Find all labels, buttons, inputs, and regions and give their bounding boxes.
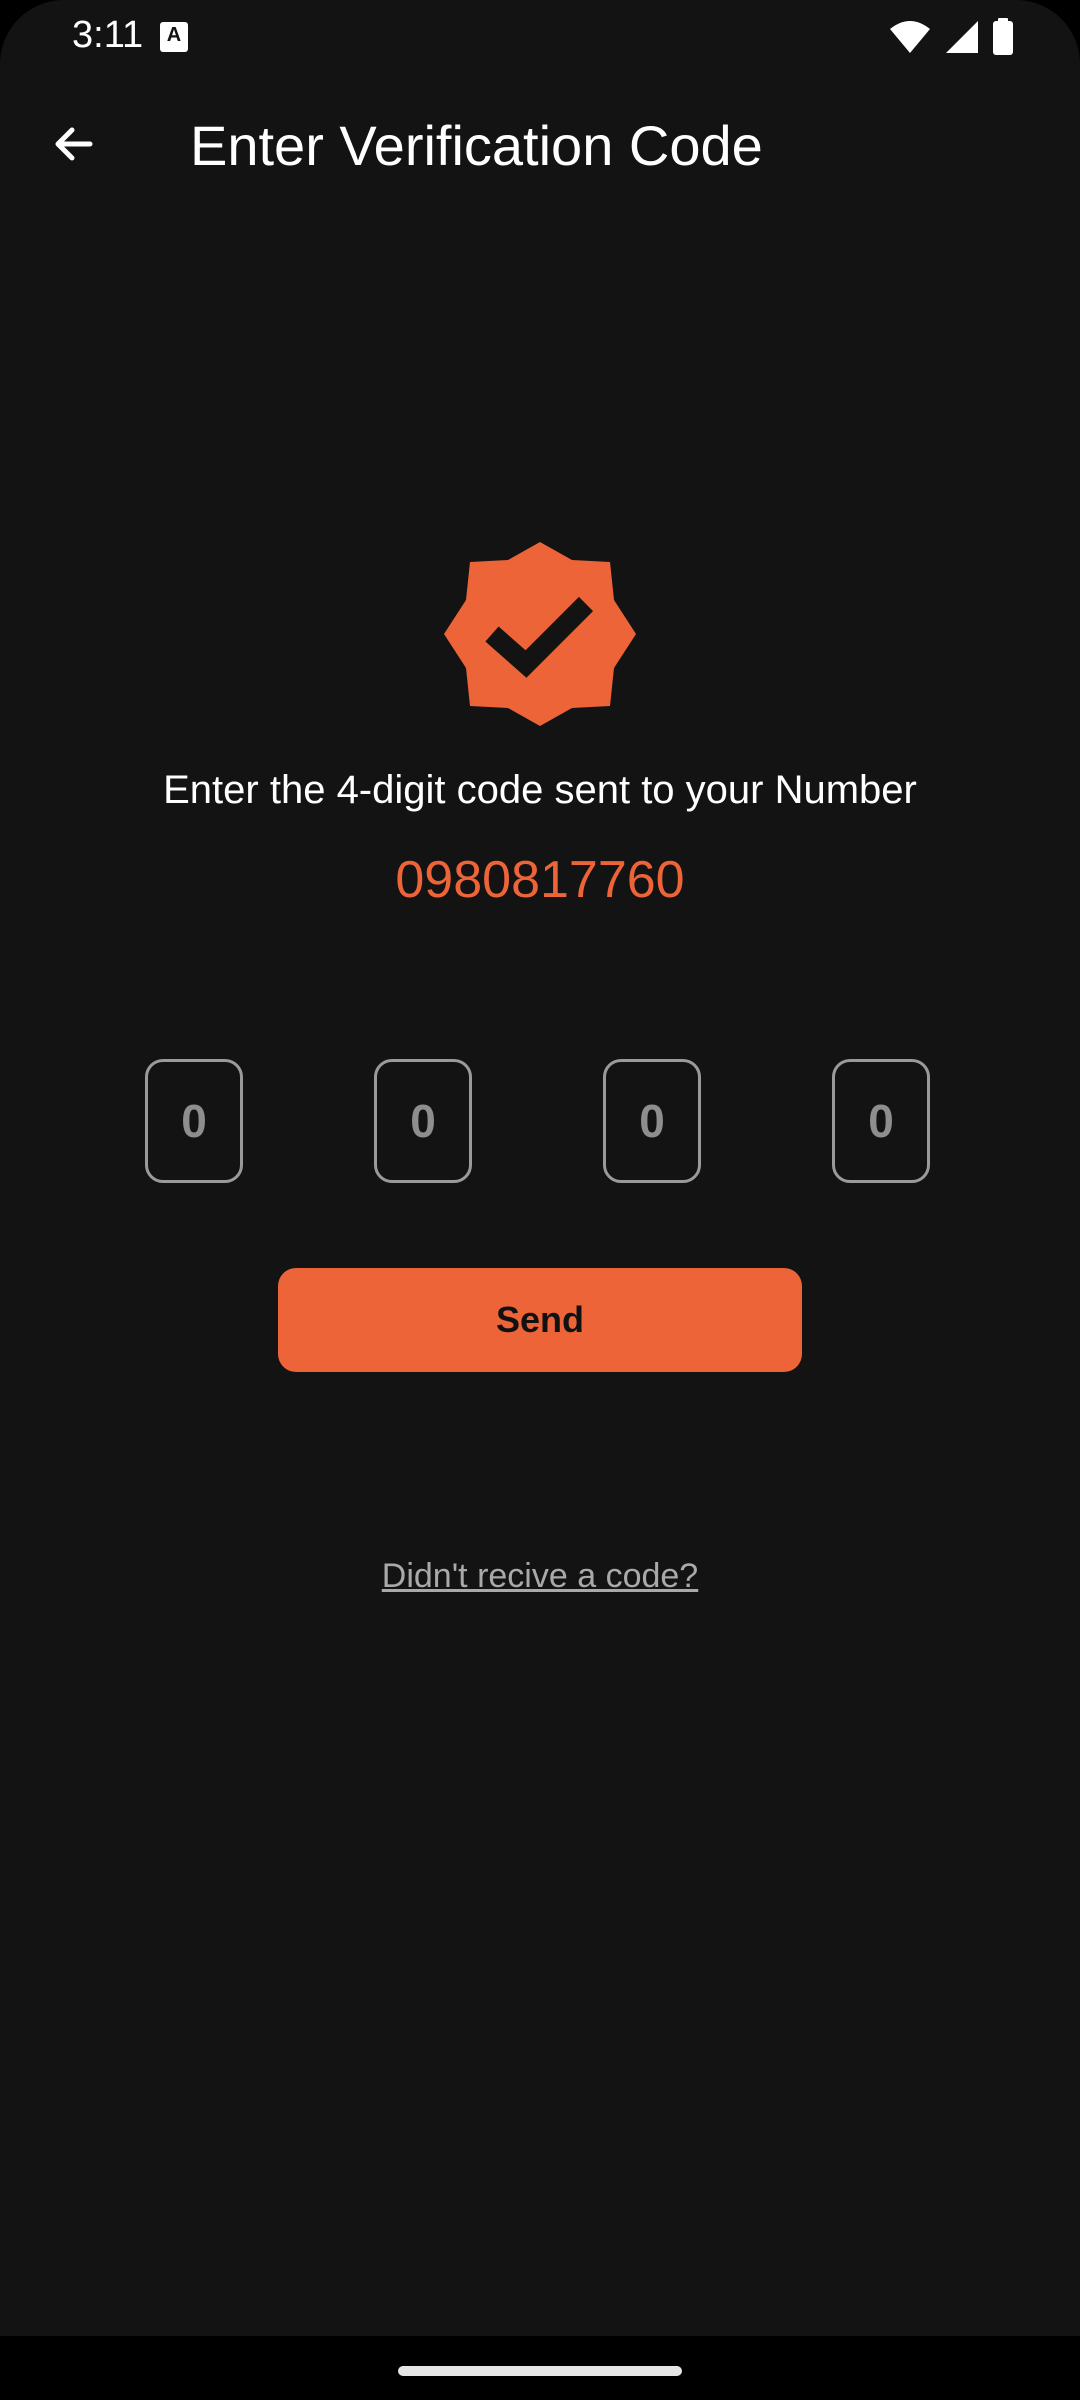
screen: 3:11 A Enter Verification Code Enter the… — [0, 0, 1080, 2336]
back-button[interactable] — [38, 108, 110, 180]
resend-code-link[interactable]: Didn't recive a code? — [0, 1552, 1080, 1600]
a-icon: A — [160, 22, 188, 52]
code-digit-4[interactable]: 0 — [832, 1059, 930, 1183]
page-title: Enter Verification Code — [190, 114, 763, 177]
signal-icon — [946, 21, 978, 53]
code-digit-3[interactable]: 0 — [603, 1059, 701, 1183]
home-indicator[interactable] — [398, 2366, 682, 2376]
instruction-text: Enter the 4-digit code sent to your Numb… — [163, 768, 917, 812]
wifi-icon — [890, 21, 930, 53]
code-digit-1[interactable]: 0 — [145, 1059, 243, 1183]
status-time: 3:11 — [72, 14, 144, 56]
arrow-left-icon — [55, 127, 93, 161]
send-button[interactable]: Send — [278, 1268, 802, 1372]
phone-number: 0980817760 — [395, 851, 685, 909]
battery-icon — [993, 18, 1013, 55]
status-icons — [888, 18, 1014, 56]
code-digit-2[interactable]: 0 — [374, 1059, 472, 1183]
verified-badge-icon — [444, 542, 636, 726]
